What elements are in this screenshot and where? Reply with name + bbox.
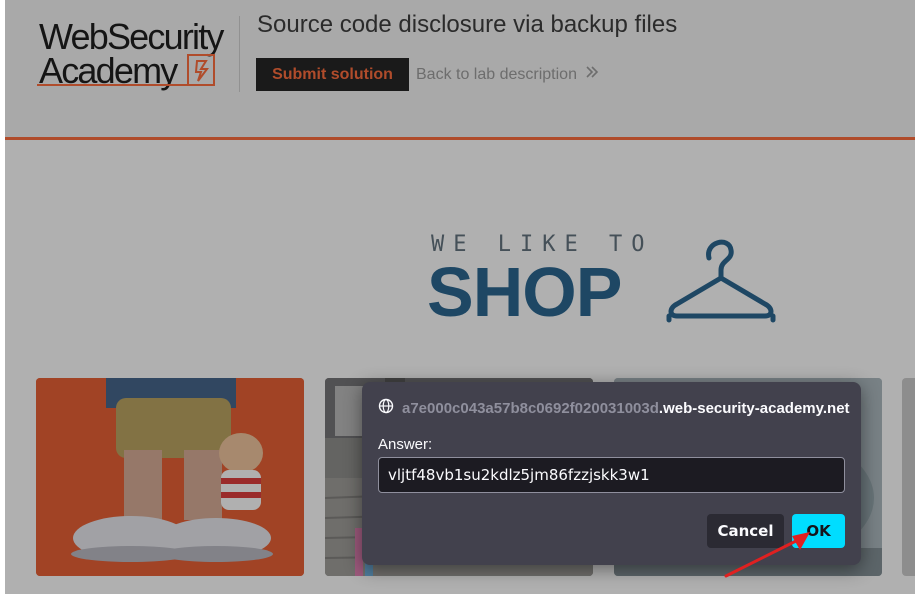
page-gutter-left bbox=[0, 0, 5, 594]
origin-subdomain: a7e000c043a57b8c0692f020031003d bbox=[402, 399, 659, 417]
annotation-arrow-icon bbox=[724, 532, 810, 578]
dialog-origin: a7e000c043a57b8c0692f020031003d.web-secu… bbox=[378, 398, 850, 418]
answer-label: Answer: bbox=[378, 436, 433, 453]
globe-icon bbox=[378, 398, 394, 418]
page-gutter-right bbox=[915, 0, 920, 594]
answer-input[interactable] bbox=[378, 457, 845, 493]
origin-domain: .web-security-academy.net bbox=[658, 399, 850, 417]
